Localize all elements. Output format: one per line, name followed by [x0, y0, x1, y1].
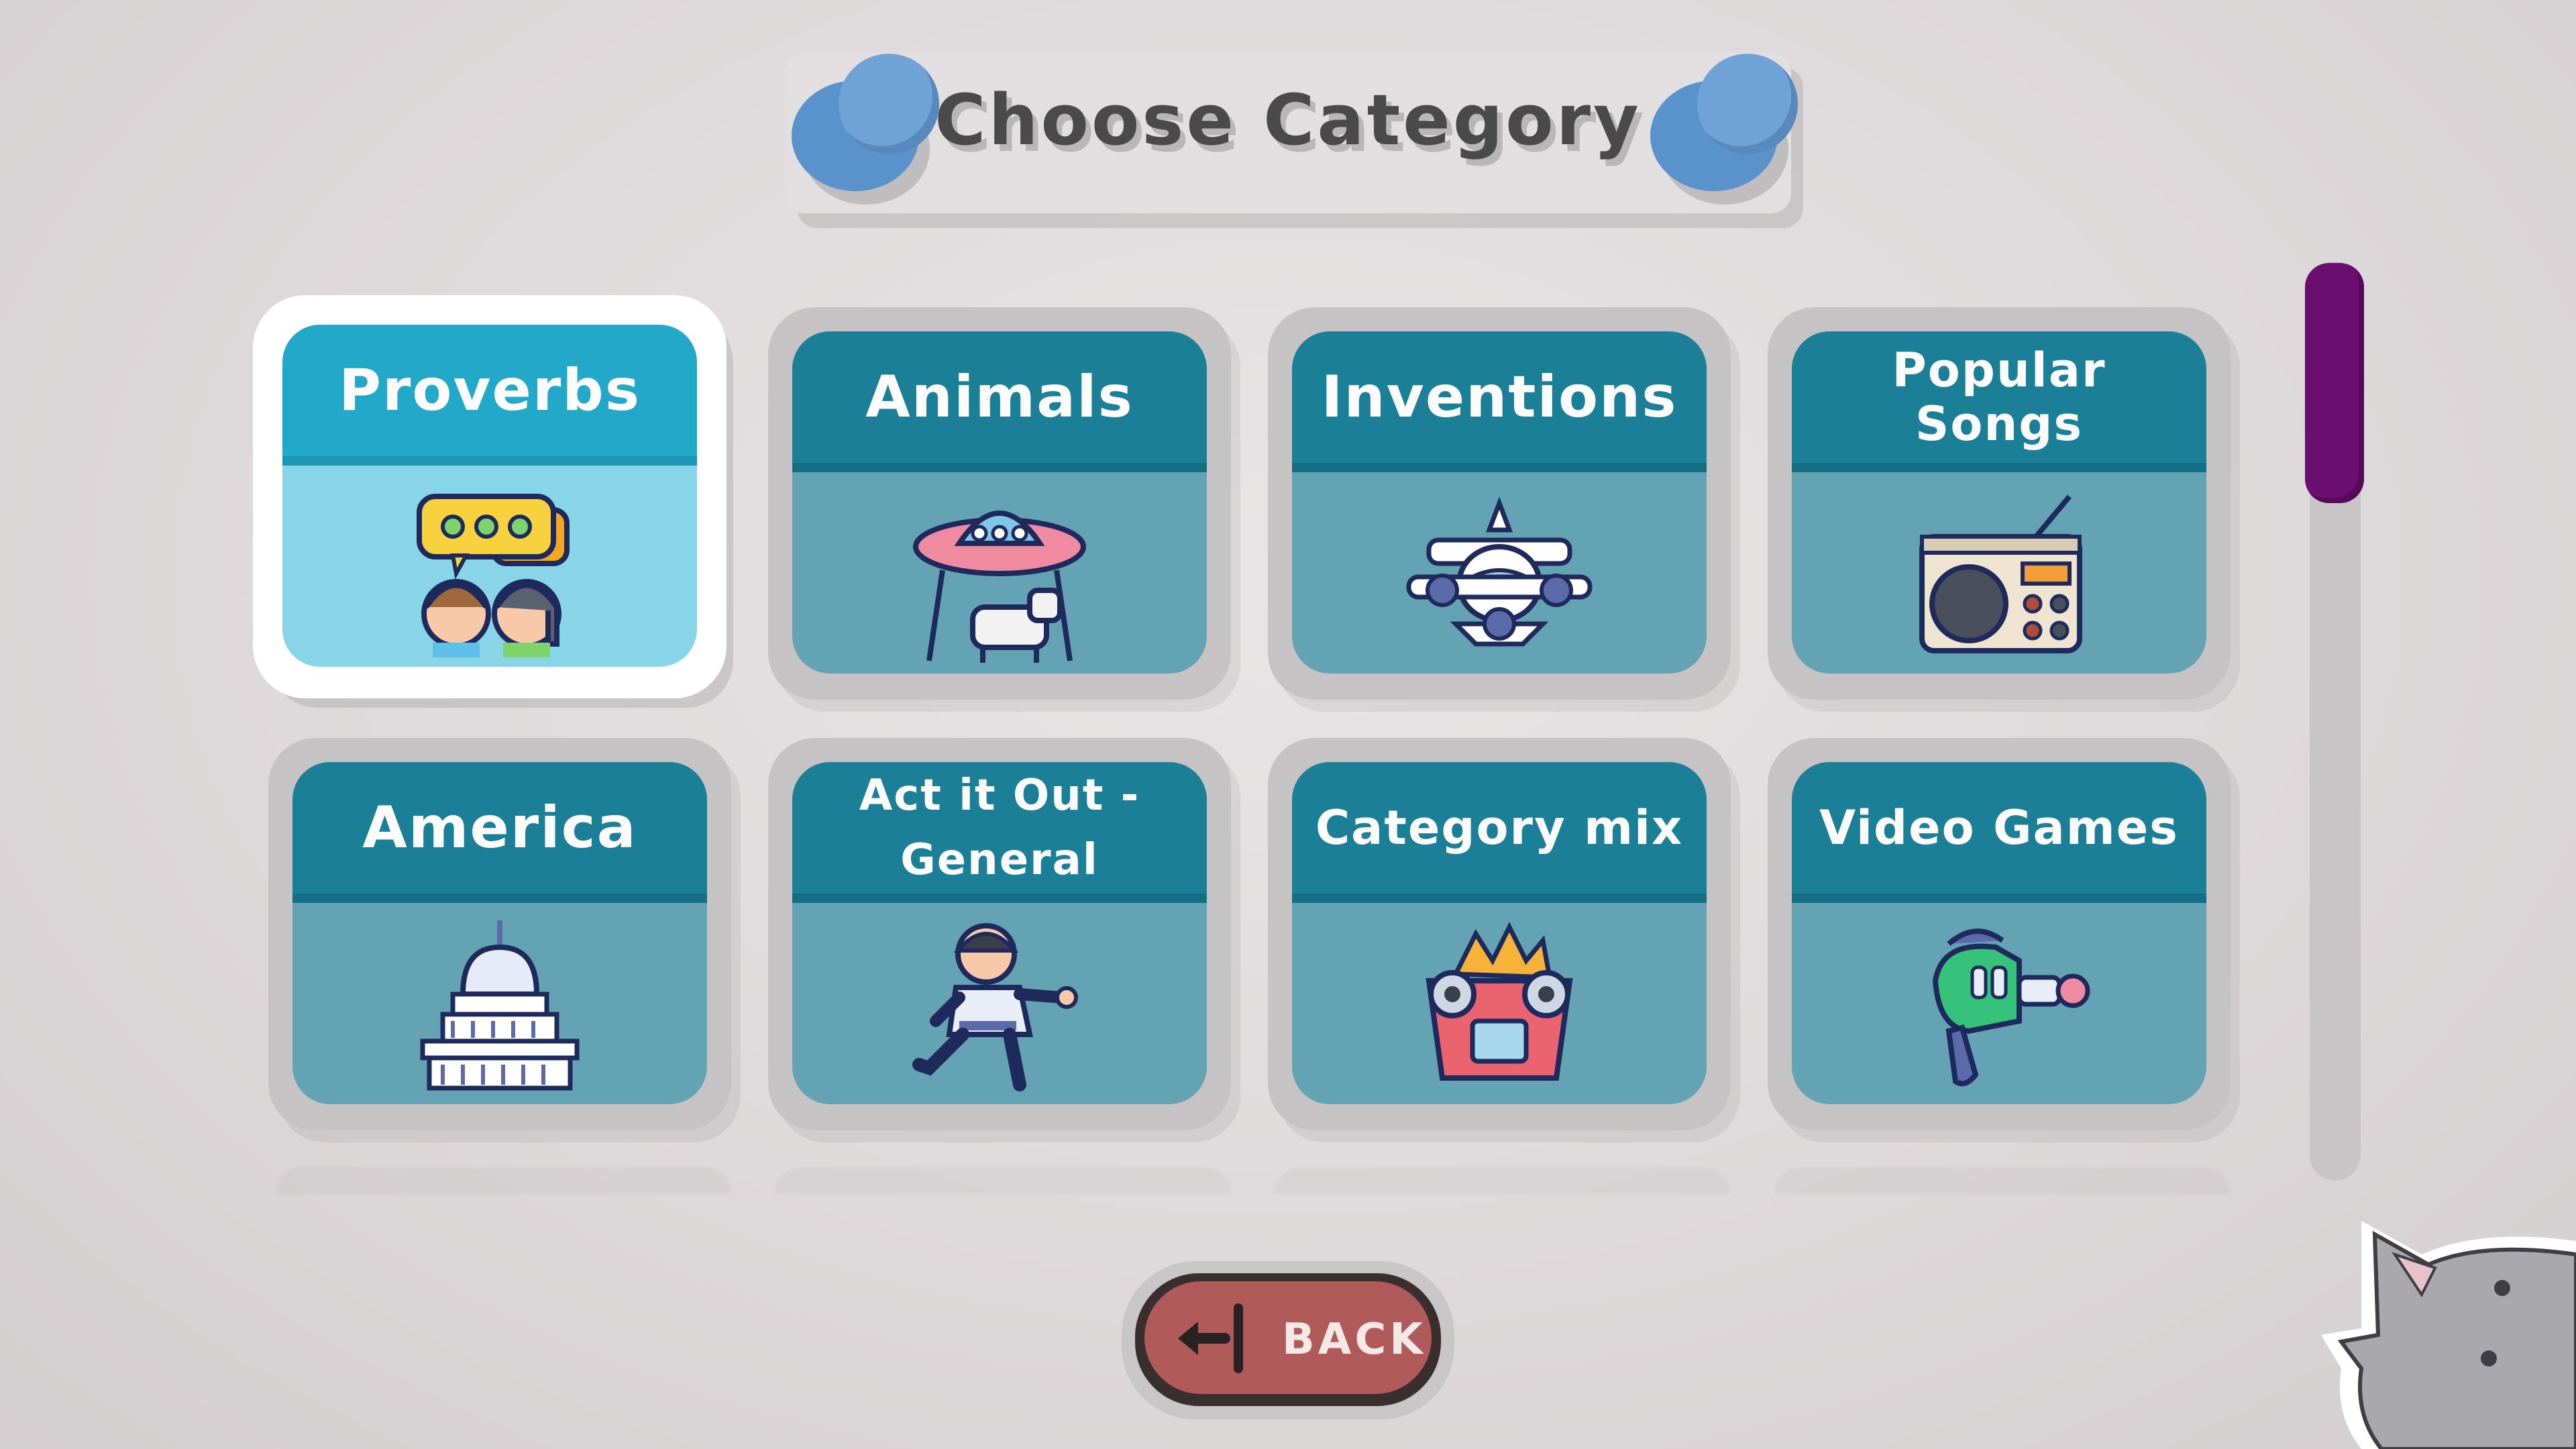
category-card-popular-songs[interactable]: Popular Songs	[1768, 307, 2231, 700]
scrollbar-thumb[interactable]	[2305, 263, 2364, 503]
speech-bubbles-people-icon	[417, 494, 570, 657]
category-card-america[interactable]: America	[268, 738, 731, 1130]
category-card-video-games[interactable]: Video Games	[1768, 738, 2231, 1130]
category-label: Inventions	[1321, 363, 1678, 431]
karate-person-icon	[912, 923, 1078, 1091]
exit-arrow-icon	[1178, 1303, 1243, 1373]
capitol-building-icon	[420, 920, 580, 1091]
radio-icon	[1919, 494, 2082, 653]
back-button[interactable]: BACK	[1135, 1273, 1441, 1406]
pushpin-icon	[792, 54, 939, 191]
burning-car-icon	[1426, 922, 1573, 1081]
next-row-hint	[275, 1167, 731, 1194]
category-card-act-it-out[interactable]: Act it Out - General	[768, 738, 1231, 1130]
category-button[interactable]: Animals	[792, 331, 1207, 674]
airplane-icon	[1406, 496, 1593, 647]
category-button[interactable]: Act it Out - General	[792, 762, 1207, 1104]
category-button[interactable]: Category mix	[1292, 762, 1707, 1104]
cat-mascot-icon	[2321, 1221, 2576, 1449]
category-screen: Choose Category Proverbs Animals Inventi…	[0, 0, 2576, 1449]
category-label: Video Games	[1819, 800, 2179, 855]
category-label: Act it Out - General	[859, 771, 1140, 885]
next-row-hint	[1774, 1167, 2231, 1194]
category-button[interactable]: Proverbs	[282, 325, 697, 667]
category-button[interactable]: America	[292, 762, 707, 1104]
category-card-animals[interactable]: Animals	[768, 307, 1231, 700]
ray-gun-icon	[1932, 928, 2090, 1087]
next-row-hint	[775, 1167, 1231, 1194]
ufo-abducting-cow-icon	[913, 511, 1086, 663]
category-card-inventions[interactable]: Inventions	[1268, 307, 1731, 700]
category-card-category-mix[interactable]: Category mix	[1268, 738, 1731, 1130]
category-label: Category mix	[1315, 800, 1684, 855]
category-label: America	[362, 794, 637, 861]
back-button-label: BACK	[1282, 1315, 1426, 1364]
next-row-hint	[1275, 1167, 1731, 1194]
category-label: Animals	[865, 363, 1134, 431]
category-button[interactable]: Inventions	[1292, 331, 1707, 674]
category-button[interactable]: Video Games	[1792, 762, 2206, 1104]
category-button[interactable]: Popular Songs	[1792, 331, 2206, 674]
category-label: Proverbs	[338, 356, 641, 424]
category-label: Popular Songs	[1892, 342, 2106, 451]
category-card-proverbs[interactable]: Proverbs	[258, 301, 721, 693]
pushpin-icon	[1650, 54, 1798, 191]
page-title: Choose Category	[934, 79, 1642, 161]
